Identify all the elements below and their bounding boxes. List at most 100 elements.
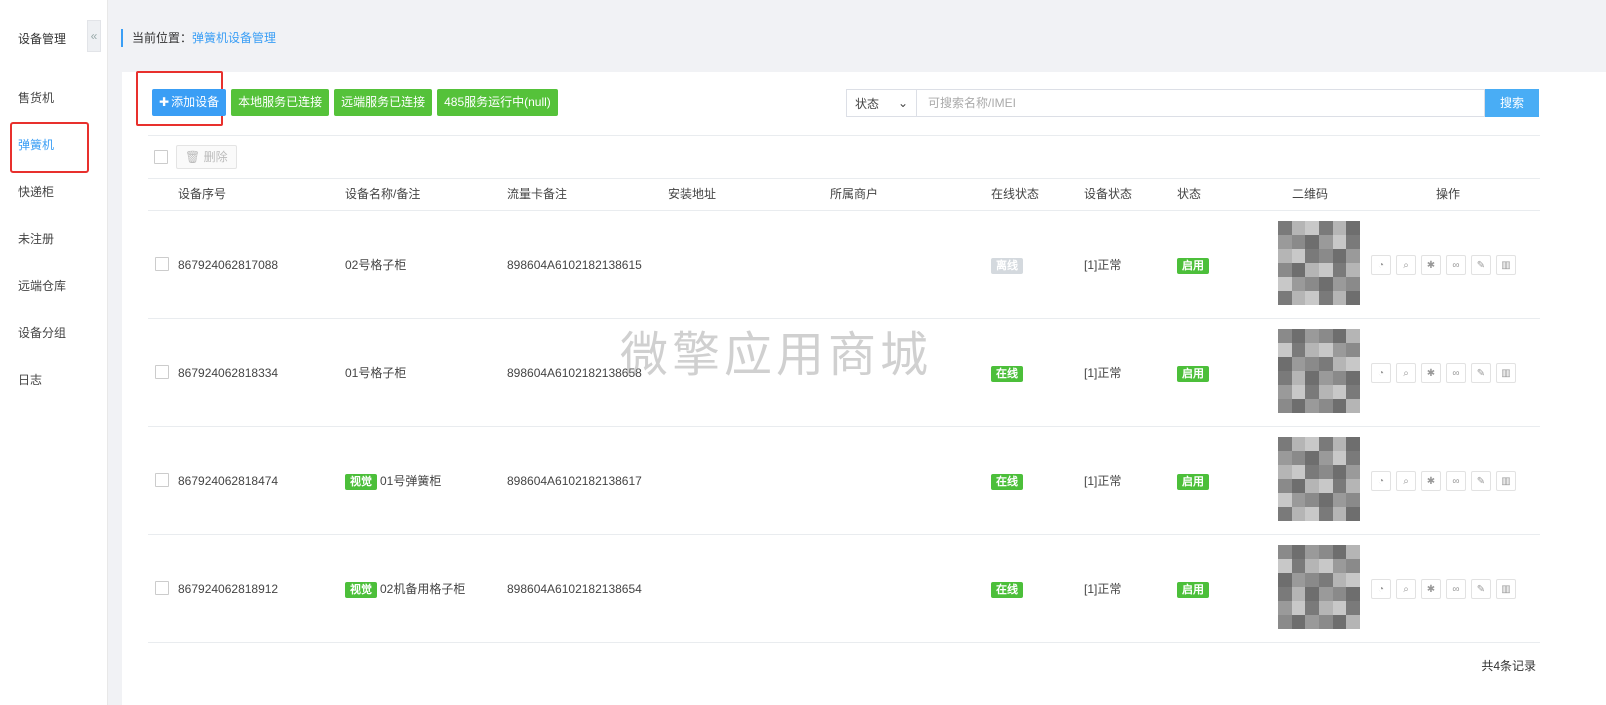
header-device-status: 设备状态 <box>1084 187 1133 201</box>
edit-icon[interactable]: ✎ <box>1471 579 1491 599</box>
search-button[interactable]: 搜索 <box>1485 89 1539 117</box>
sidebar-item-group[interactable]: 设备分组 <box>0 310 107 357</box>
row-checkbox[interactable] <box>155 257 169 271</box>
sidebar-item-unregistered[interactable]: 未注册 <box>0 216 107 263</box>
gear-icon[interactable]: ✱ <box>1421 471 1441 491</box>
collapse-sidebar-icon[interactable]: « <box>87 20 101 52</box>
row-checkbox[interactable] <box>155 581 169 595</box>
cell-serial: 867924062818334 <box>178 366 279 380</box>
cell-online: 在线 <box>991 473 1023 490</box>
cell-serial: 867924062817088 <box>178 258 279 272</box>
header-online: 在线状态 <box>991 187 1040 201</box>
trash-icon[interactable]: ▥ <box>1496 471 1516 491</box>
chart-icon[interactable]: ◔ <box>1371 471 1391 491</box>
status-select[interactable]: 状态 ⌄ <box>846 89 917 117</box>
enabled-status-badge[interactable]: 启用 <box>1177 474 1209 490</box>
trash-icon[interactable]: ▥ <box>1496 579 1516 599</box>
link-icon[interactable]: ∞ <box>1446 579 1466 599</box>
record-count: 共4条记录 <box>1481 659 1536 673</box>
qrcode-image[interactable] <box>1278 221 1360 305</box>
name-tag: 视觉 <box>345 474 377 490</box>
cell-state: 启用 <box>1177 365 1209 382</box>
add-device-button[interactable]: ✚ 添加设备 <box>152 89 227 116</box>
link-icon[interactable]: ∞ <box>1446 471 1466 491</box>
qrcode-image[interactable] <box>1278 437 1360 521</box>
link-icon[interactable]: ∞ <box>1446 363 1466 383</box>
header-actions: 操作 <box>1436 187 1461 201</box>
sidebar-item-spring[interactable]: 弹簧机 <box>0 122 107 173</box>
header-qrcode: 二维码 <box>1292 187 1329 201</box>
delete-button[interactable]: 🗑 删除 <box>176 145 237 169</box>
table-row: 867924062818912 视觉 02机备用格子柜 898604A61021821… <box>148 535 1540 643</box>
service-485-status-button[interactable]: 485服务运行中(null) <box>437 89 558 116</box>
edit-icon[interactable]: ✎ <box>1471 471 1491 491</box>
select-all-checkbox[interactable] <box>154 150 168 164</box>
gear-icon[interactable]: ✱ <box>1421 363 1441 383</box>
search-input[interactable]: 可搜索名称/IMEI <box>917 89 1485 117</box>
local-service-status-button[interactable]: 本地服务已连接 <box>231 89 330 116</box>
cell-serial: 867924062818474 <box>178 474 279 488</box>
table-row: 867924062818474 视觉 01号弹簧柜 898604A6102182138… <box>148 427 1540 535</box>
sidebar-item-log[interactable]: 日志 <box>0 357 107 404</box>
device-name: 01号弹簧柜 <box>380 474 442 488</box>
trash-icon[interactable]: ▥ <box>1496 363 1516 383</box>
enabled-status-badge[interactable]: 启用 <box>1177 366 1209 382</box>
cell-device-status: [1]正常 <box>1084 258 1122 272</box>
enabled-status-badge[interactable]: 启用 <box>1177 582 1209 598</box>
search-icon[interactable]: ⌕ <box>1396 255 1416 275</box>
cell-state: 启用 <box>1177 581 1209 598</box>
device-name: 01号格子柜 <box>345 366 407 380</box>
row-actions: ◔ ⌕ ✱ ∞ ✎ ▥ <box>1371 363 1516 383</box>
sidebar-item-vending[interactable]: 售货机 <box>0 75 107 122</box>
enabled-status-badge[interactable]: 启用 <box>1177 258 1209 274</box>
online-status-badge: 离线 <box>991 258 1023 274</box>
cell-device-status: [1]正常 <box>1084 366 1122 380</box>
cell-sim: 898604A6102182138617 <box>507 474 642 488</box>
qrcode-image[interactable] <box>1278 545 1360 629</box>
chevron-down-icon: ⌄ <box>897 96 908 110</box>
online-status-badge: 在线 <box>991 366 1023 382</box>
sidebar: 设备管理 « 售货机 弹簧机 快递柜 未注册 远端仓库 设备分组 日志 <box>0 0 108 705</box>
cell-device-status: [1]正常 <box>1084 582 1122 596</box>
status-select-value: 状态 <box>855 96 880 111</box>
table-body: 867924062817088 02号格子柜 898604A610218213861… <box>148 211 1540 643</box>
trash-icon[interactable]: ▥ <box>1496 255 1516 275</box>
cell-online: 在线 <box>991 365 1023 382</box>
cell-online: 在线 <box>991 581 1023 598</box>
row-actions: ◔ ⌕ ✱ ∞ ✎ ▥ <box>1371 579 1516 599</box>
search-icon[interactable]: ⌕ <box>1396 363 1416 383</box>
chart-icon[interactable]: ◔ <box>1371 579 1391 599</box>
cell-sim: 898604A6102182138654 <box>507 582 642 596</box>
breadcrumb-current[interactable]: 弹簧机设备管理 <box>192 31 276 45</box>
cell-state: 启用 <box>1177 473 1209 490</box>
gear-icon[interactable]: ✱ <box>1421 255 1441 275</box>
delete-label: 删除 <box>203 150 228 164</box>
sidebar-item-warehouse[interactable]: 远端仓库 <box>0 263 107 310</box>
cell-state: 启用 <box>1177 257 1209 274</box>
breadcrumb-prefix: 当前位置： <box>132 31 193 45</box>
chart-icon[interactable]: ◔ <box>1371 255 1391 275</box>
header-state: 状态 <box>1177 187 1202 201</box>
plus-icon: ✚ <box>159 95 170 109</box>
header-serial: 设备序号 <box>178 187 227 201</box>
search-icon[interactable]: ⌕ <box>1396 579 1416 599</box>
search-icon[interactable]: ⌕ <box>1396 471 1416 491</box>
row-checkbox[interactable] <box>155 365 169 379</box>
table-row: 867924062818334 01号格子柜 898604A610218213865… <box>148 319 1540 427</box>
sidebar-nav: 售货机 弹簧机 快递柜 未注册 远端仓库 设备分组 日志 <box>0 75 107 404</box>
qrcode-image[interactable] <box>1278 329 1360 413</box>
chart-icon[interactable]: ◔ <box>1371 363 1391 383</box>
edit-icon[interactable]: ✎ <box>1471 363 1491 383</box>
header-merchant: 所属商户 <box>830 187 879 201</box>
header-address: 安装地址 <box>668 187 717 201</box>
cell-name: 视觉 01号弹簧柜 <box>345 473 441 490</box>
cell-sim: 898604A6102182138658 <box>507 366 642 380</box>
link-icon[interactable]: ∞ <box>1446 255 1466 275</box>
online-status-badge: 在线 <box>991 582 1023 598</box>
sidebar-item-locker[interactable]: 快递柜 <box>0 169 107 216</box>
edit-icon[interactable]: ✎ <box>1471 255 1491 275</box>
gear-icon[interactable]: ✱ <box>1421 579 1441 599</box>
remote-service-status-button[interactable]: 远端服务已连接 <box>334 89 433 116</box>
row-checkbox[interactable] <box>155 473 169 487</box>
toolbar: ✚ 添加设备 本地服务已连接 远端服务已连接 485服务运行中(null) <box>152 89 558 116</box>
